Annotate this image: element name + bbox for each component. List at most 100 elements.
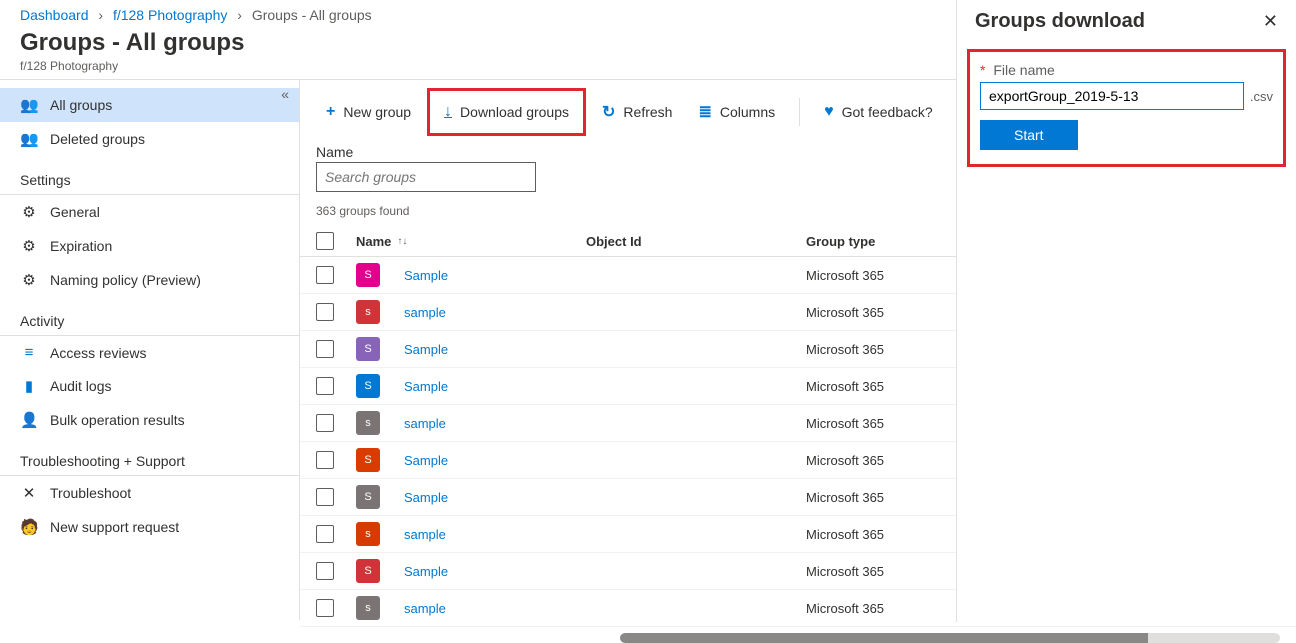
button-label: Refresh — [623, 104, 672, 120]
sidebar-item-label: General — [50, 204, 100, 220]
group-avatar: S — [356, 337, 380, 361]
group-name-link[interactable]: Sample — [404, 379, 448, 394]
download-icon: ↓ — [444, 103, 452, 121]
sidebar-item-naming-policy[interactable]: ⚙ Naming policy (Preview) — [0, 263, 299, 297]
sidebar: « 👥 All groups 👥 Deleted groups Settings… — [0, 80, 300, 620]
row-checkbox[interactable] — [316, 562, 334, 580]
column-object-id[interactable]: Object Id — [586, 234, 806, 249]
sidebar-item-deleted-groups[interactable]: 👥 Deleted groups — [0, 122, 299, 156]
horizontal-scrollbar[interactable] — [620, 633, 1280, 643]
sidebar-item-label: Expiration — [50, 238, 112, 254]
gear-icon: ⚙ — [20, 237, 38, 255]
close-icon[interactable]: ✕ — [1263, 11, 1278, 32]
file-name-label: File name — [993, 62, 1054, 78]
people-icon: 👤 — [20, 411, 38, 429]
group-name-link[interactable]: sample — [404, 416, 446, 431]
group-avatar: s — [356, 596, 380, 620]
row-checkbox[interactable] — [316, 303, 334, 321]
refresh-icon: ↻ — [602, 102, 615, 122]
download-panel: Groups download ✕ * File name .csv Start — [956, 0, 1296, 622]
group-name-link[interactable]: sample — [404, 527, 446, 542]
columns-icon: ≣ — [698, 102, 711, 122]
button-label: Got feedback? — [842, 104, 933, 120]
row-checkbox[interactable] — [316, 377, 334, 395]
button-label: Download groups — [460, 104, 569, 120]
select-all-checkbox[interactable] — [316, 232, 334, 250]
group-name-link[interactable]: Sample — [404, 490, 448, 505]
group-icon: 👥 — [20, 96, 38, 114]
row-checkbox[interactable] — [316, 599, 334, 617]
sidebar-item-troubleshoot[interactable]: ✕ Troubleshoot — [0, 476, 299, 510]
sidebar-item-all-groups[interactable]: 👥 All groups — [0, 88, 299, 122]
sidebar-item-audit-logs[interactable]: ▮ Audit logs — [0, 369, 299, 403]
group-avatar: s — [356, 522, 380, 546]
sidebar-section-settings: Settings — [0, 160, 299, 195]
refresh-button[interactable]: ↻ Refresh — [592, 96, 682, 128]
group-avatar: s — [356, 411, 380, 435]
column-name[interactable]: Name — [356, 234, 391, 249]
sidebar-section-support: Troubleshooting + Support — [0, 441, 299, 476]
sidebar-item-label: Audit logs — [50, 378, 111, 394]
group-avatar: s — [356, 300, 380, 324]
sidebar-item-label: Naming policy (Preview) — [50, 272, 201, 288]
chevron-icon: › — [98, 7, 103, 23]
group-name-link[interactable]: Sample — [404, 342, 448, 357]
chevron-icon: › — [237, 7, 242, 23]
row-checkbox[interactable] — [316, 451, 334, 469]
sort-icon[interactable]: ↑↓ — [397, 236, 407, 247]
sidebar-item-access-reviews[interactable]: ≡ Access reviews — [0, 336, 299, 369]
group-avatar: S — [356, 448, 380, 472]
sidebar-section-activity: Activity — [0, 301, 299, 336]
row-checkbox[interactable] — [316, 266, 334, 284]
panel-title: Groups download — [975, 10, 1145, 33]
breadcrumb-current: Groups - All groups — [252, 7, 372, 23]
sidebar-item-general[interactable]: ⚙ General — [0, 195, 299, 229]
breadcrumb-org[interactable]: f/128 Photography — [113, 7, 227, 23]
separator — [799, 98, 800, 126]
support-icon: 🧑 — [20, 518, 38, 536]
heart-icon: ♥ — [824, 103, 834, 121]
sidebar-item-label: Deleted groups — [50, 131, 145, 147]
group-icon: 👥 — [20, 130, 38, 148]
row-checkbox[interactable] — [316, 414, 334, 432]
group-name-link[interactable]: Sample — [404, 268, 448, 283]
group-avatar: S — [356, 263, 380, 287]
sidebar-item-label: All groups — [50, 97, 112, 113]
group-name-link[interactable]: Sample — [404, 564, 448, 579]
search-input[interactable] — [316, 162, 536, 192]
file-name-input[interactable] — [980, 82, 1244, 110]
plus-icon: + — [326, 103, 335, 121]
new-group-button[interactable]: + New group — [316, 97, 421, 127]
columns-button[interactable]: ≣ Columns — [688, 96, 785, 128]
gear-icon: ⚙ — [20, 203, 38, 221]
sidebar-item-expiration[interactable]: ⚙ Expiration — [0, 229, 299, 263]
list-icon: ≡ — [20, 344, 38, 361]
group-avatar: S — [356, 485, 380, 509]
group-name-link[interactable]: sample — [404, 305, 446, 320]
group-name-link[interactable]: sample — [404, 601, 446, 616]
sidebar-item-label: New support request — [50, 519, 179, 535]
row-checkbox[interactable] — [316, 340, 334, 358]
download-groups-button[interactable]: ↓ Download groups — [427, 88, 586, 136]
sidebar-item-label: Access reviews — [50, 345, 146, 361]
sidebar-item-support-request[interactable]: 🧑 New support request — [0, 510, 299, 544]
gear-icon: ⚙ — [20, 271, 38, 289]
row-checkbox[interactable] — [316, 525, 334, 543]
group-avatar: S — [356, 559, 380, 583]
row-checkbox[interactable] — [316, 488, 334, 506]
button-label: New group — [343, 104, 411, 120]
breadcrumb-dashboard[interactable]: Dashboard — [20, 7, 89, 23]
book-icon: ▮ — [20, 377, 38, 395]
sidebar-item-bulk-results[interactable]: 👤 Bulk operation results — [0, 403, 299, 437]
file-extension: .csv — [1250, 89, 1273, 104]
collapse-icon[interactable]: « — [281, 86, 289, 102]
group-name-link[interactable]: Sample — [404, 453, 448, 468]
wrench-icon: ✕ — [20, 484, 38, 502]
start-button[interactable]: Start — [980, 120, 1078, 150]
required-indicator: * — [980, 62, 985, 78]
sidebar-item-label: Bulk operation results — [50, 412, 185, 428]
button-label: Columns — [720, 104, 775, 120]
feedback-button[interactable]: ♥ Got feedback? — [814, 97, 943, 127]
sidebar-item-label: Troubleshoot — [50, 485, 131, 501]
panel-body: * File name .csv Start — [967, 49, 1286, 167]
